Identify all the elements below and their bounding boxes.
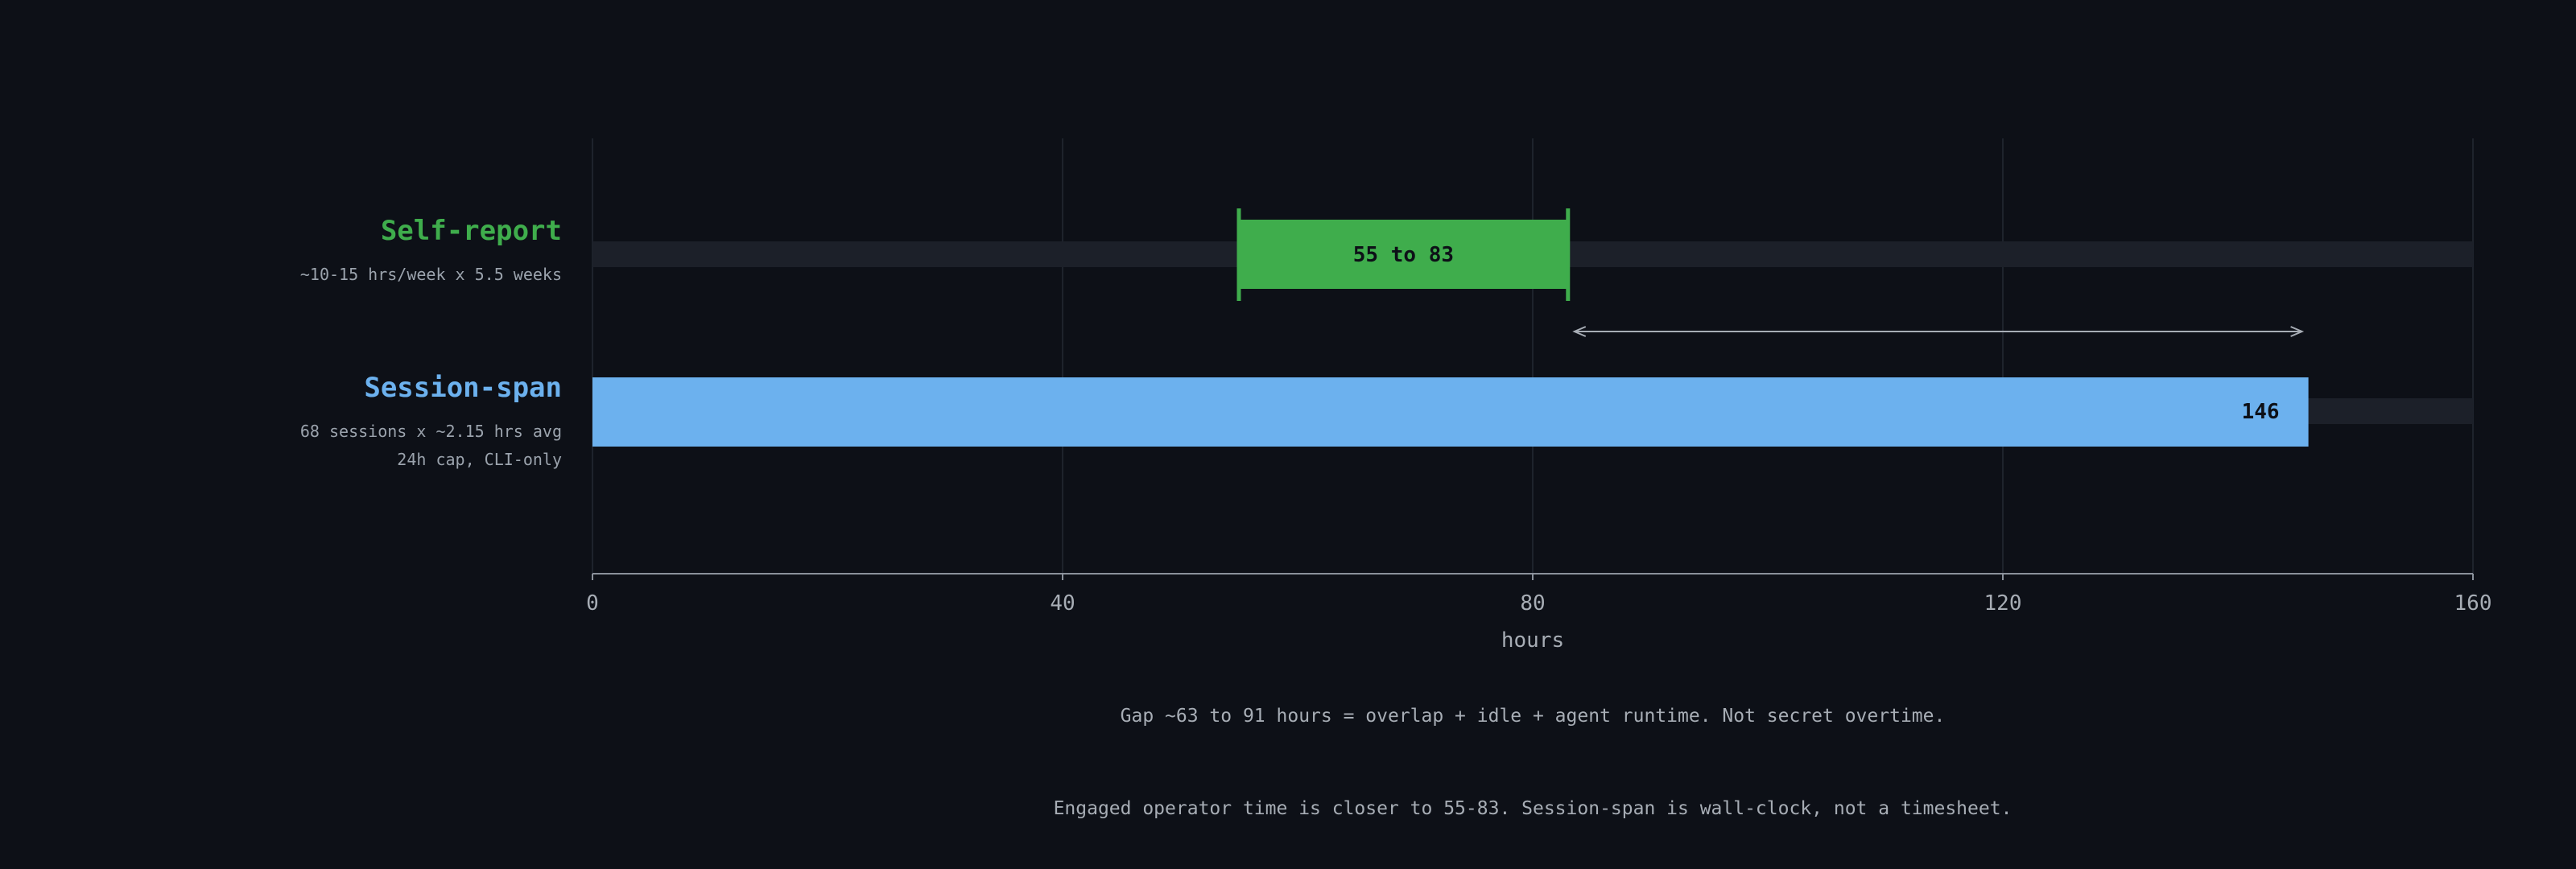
x-tick-label-160: 160 (2454, 591, 2492, 616)
grid-lines (592, 138, 2474, 574)
x-axis: 0 40 80 120 160 (586, 573, 2492, 616)
session-span-subtitle-1: 68 sessions x ~2.15 hrs avg (300, 422, 562, 441)
x-tick-label-0: 0 (586, 591, 599, 616)
session-span-bar (592, 377, 2309, 447)
x-tick-label-40: 40 (1050, 591, 1075, 616)
engaged-time-note: Engaged operator time is closer to 55-83… (1054, 798, 2013, 819)
session-span-subtitle-2: 24h cap, CLI-only (397, 450, 562, 469)
hours-comparison-chart: 55 to 83 146 0 40 80 120 160 Self-report ~10-… (300, 138, 2492, 819)
x-tick-label-120: 120 (1984, 591, 2022, 616)
x-tick-label-80: 80 (1520, 591, 1545, 616)
self-report-title: Self-report (381, 215, 562, 247)
session-span-title: Session-span (364, 372, 562, 404)
session-span-value-label: 146 (2242, 400, 2280, 424)
self-report-value-label: 55 to 83 (1353, 243, 1454, 267)
x-axis-title: hours (1501, 628, 1564, 653)
gap-note: Gap ~63 to 91 hours = overlap + idle + a… (1121, 706, 1946, 727)
self-report-subtitle: ~10-15 hrs/week x 5.5 weeks (300, 265, 562, 284)
